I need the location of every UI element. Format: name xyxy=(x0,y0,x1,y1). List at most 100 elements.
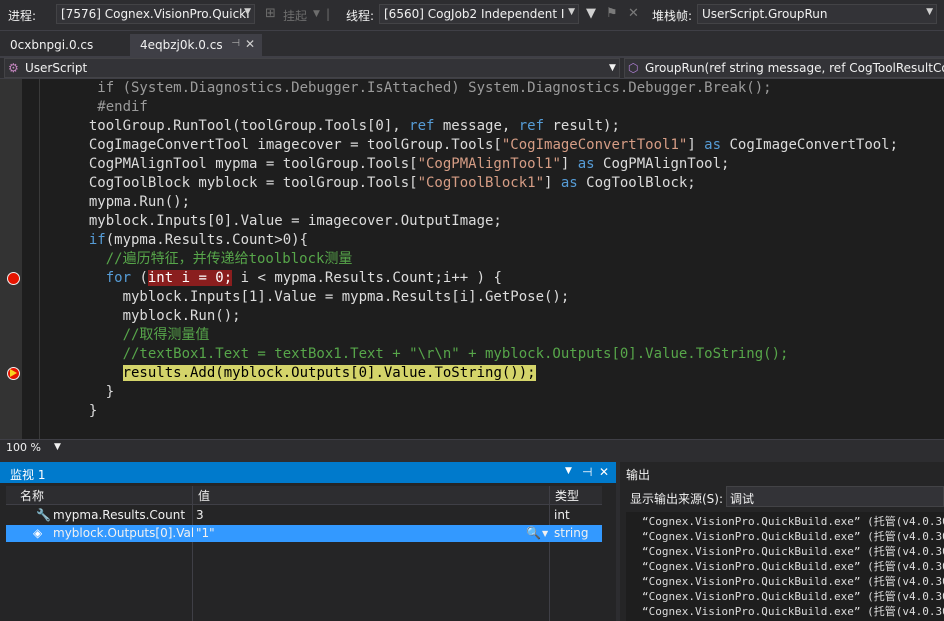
chevron-down-icon[interactable]: ▼ xyxy=(565,466,572,476)
output-text[interactable]: “Cognex.VisionPro.QuickBuild.exe” (托管(v4… xyxy=(626,512,944,621)
code-line[interactable]: if (System.Diagnostics.Debugger.IsAttach… xyxy=(72,79,772,98)
tab-label: 0cxbnpgi.0.cs xyxy=(10,38,94,52)
output-panel: 输出 显示输出来源(S): 调试 “Cognex.VisionPro.Quick… xyxy=(620,462,944,621)
code-token: "CogToolBlock1" xyxy=(417,175,545,191)
wrench-icon: 🔧 xyxy=(36,508,51,522)
code-token: results.Add( xyxy=(122,365,224,381)
close-icon[interactable]: ✕ xyxy=(245,37,255,51)
code-token: CogImageConvertTool; xyxy=(721,137,899,153)
breakpoint-icon[interactable] xyxy=(7,272,20,285)
method-dropdown[interactable]: ⬡ GroupRun(ref string message, ref CogTo… xyxy=(624,58,944,78)
chevron-down-icon[interactable]: ▼ xyxy=(542,529,548,538)
code-token: } xyxy=(72,403,98,419)
stackframe-label: 堆栈帧: xyxy=(652,9,693,23)
code-editor[interactable]: if (System.Diagnostics.Debugger.IsAttach… xyxy=(0,79,944,439)
watch-row[interactable]: 🔧 mypma.Results.Count 3 int xyxy=(6,507,602,524)
code-token: ref xyxy=(518,118,545,134)
code-token: if (System.Diagnostics.Debugger.IsAttach… xyxy=(72,80,772,96)
code-line[interactable]: myblock.Inputs[1].Value = mypma.Results[… xyxy=(72,288,570,307)
watch-name: mypma.Results.Count xyxy=(53,508,186,522)
code-line[interactable]: #endif xyxy=(72,98,148,117)
filter-icon[interactable]: ▼ xyxy=(586,6,596,21)
code-line[interactable]: myblock.Run(); xyxy=(72,307,241,326)
code-token: CogToolBlock myblock = toolGroup.Tools[ xyxy=(72,175,418,191)
suspend-label[interactable]: 挂起 xyxy=(283,7,307,24)
type-column-header[interactable]: 类型 xyxy=(555,487,579,504)
code-token: if xyxy=(88,232,106,248)
code-token: i < mypma.Results.Count;i++ ) { xyxy=(232,270,502,286)
code-line[interactable]: } xyxy=(72,383,114,402)
code-token: ] xyxy=(544,175,561,191)
tab-4eqbzj0k[interactable]: 4eqbzj0k.0.cs ⊣ ✕ xyxy=(130,34,262,56)
code-line[interactable]: //textBox1.Text = textBox1.Text + "\r\n"… xyxy=(72,345,789,364)
code-token: as xyxy=(560,175,578,191)
close-icon[interactable]: ✕ xyxy=(599,465,609,479)
code-line[interactable]: toolGroup.RunTool(toolGroup.Tools[0], re… xyxy=(72,117,620,136)
watch-type: string xyxy=(554,526,589,540)
watch-row[interactable]: ◈ myblock.Outputs[0].Value "1" 🔍 ▼ strin… xyxy=(6,525,602,542)
watch-panel: 监视 1 ▼ ⊣ ✕ 名称 值 类型 🔧 mypma.Results.Count… xyxy=(0,462,616,621)
thread-label: 线程: xyxy=(346,9,375,23)
method-name: GroupRun(ref string message, ref CogTool… xyxy=(645,61,944,75)
suspend-dropdown-icon[interactable]: ▼ xyxy=(313,9,320,19)
process-dropdown[interactable]: [7576] Cognex.VisionPro.QuickI ▼ xyxy=(56,4,255,24)
separator-icon: | xyxy=(326,7,331,21)
indicator-margin[interactable] xyxy=(0,79,22,439)
code-line[interactable]: for (int i = 0; i < mypma.Results.Count;… xyxy=(72,269,502,288)
navigation-bar: ⚙ UserScript ▼ ⬡ GroupRun(ref string mes… xyxy=(0,58,944,79)
code-token: } xyxy=(72,384,115,400)
class-dropdown[interactable]: ⚙ UserScript ▼ xyxy=(4,58,620,78)
code-line[interactable]: myblock.Inputs[0].Value = imagecover.Out… xyxy=(72,212,502,231)
clear-flags-icon[interactable]: ✕ xyxy=(628,6,639,21)
output-source-value: 调试 xyxy=(730,492,755,506)
code-line[interactable]: CogPMAlignTool mypma = toolGroup.Tools["… xyxy=(72,155,730,174)
class-icon: ⚙ xyxy=(8,61,19,75)
zoom-dropdown[interactable]: 100 % ▼ xyxy=(6,441,66,457)
code-line[interactable]: CogImageConvertTool imagecover = toolGro… xyxy=(72,136,898,155)
code-token: ref xyxy=(409,118,435,134)
flag-icon[interactable]: ⚑ xyxy=(606,6,618,21)
code-line[interactable]: CogToolBlock myblock = toolGroup.Tools["… xyxy=(72,174,696,193)
value-column-header[interactable]: 值 xyxy=(198,487,210,504)
code-token: mypma.Run(); xyxy=(72,194,191,210)
current-statement-arrow-icon xyxy=(10,369,17,377)
code-line[interactable]: //遍历特征，并传递给toolblock测量 xyxy=(72,250,353,269)
watch-value: 3 xyxy=(196,508,204,522)
code-token: message, xyxy=(434,118,519,134)
method-icon: ⬡ xyxy=(628,61,639,75)
code-line[interactable]: } xyxy=(72,402,97,421)
pin-icon[interactable]: ⊣ xyxy=(582,465,592,479)
magnifier-icon[interactable]: 🔍 xyxy=(526,526,541,540)
code-line[interactable]: if(mypma.Results.Count>0){ xyxy=(72,231,308,250)
code-token: ); xyxy=(518,365,536,381)
code-token: myblock.Run(); xyxy=(72,308,241,324)
tab-0cxbnpgi[interactable]: 0cxbnpgi.0.cs xyxy=(0,34,128,56)
watch-value: "1" xyxy=(196,526,215,540)
code-token: "CogPMAlignTool1" xyxy=(417,156,561,172)
indent-guide xyxy=(39,79,40,439)
stackframe-value: UserScript.GroupRun xyxy=(702,7,828,21)
code-token: //textBox1.Text = textBox1.Text + "\r\n"… xyxy=(72,346,789,362)
thread-dropdown[interactable]: [6560] CogJob2 Independent I ▼ xyxy=(379,4,579,24)
output-title: 输出 xyxy=(626,468,651,482)
suspend-icon[interactable]: ⊞ xyxy=(265,6,276,21)
current-statement-breakpoint-icon[interactable] xyxy=(7,367,20,380)
code-line[interactable]: //取得测量值 xyxy=(72,326,210,345)
stackframe-dropdown[interactable]: UserScript.GroupRun ▼ xyxy=(697,4,937,24)
zoom-bar: 100 % ▼ xyxy=(0,439,944,458)
watch-name: myblock.Outputs[0].Value xyxy=(53,526,193,540)
pin-icon[interactable]: ⊣ xyxy=(231,38,240,49)
name-column-header[interactable]: 名称 xyxy=(20,487,44,504)
code-token: //取得测量值 xyxy=(72,327,210,343)
output-source-dropdown[interactable]: 调试 xyxy=(726,486,944,507)
output-line: “Cognex.VisionPro.QuickBuild.exe” (托管(v4… xyxy=(642,605,944,618)
code-line[interactable]: results.Add(myblock.Outputs[0].Value.ToS… xyxy=(72,364,536,383)
code-token: for xyxy=(105,270,132,286)
code-token: //遍历特征，并传递给toolblock测量 xyxy=(72,251,353,267)
process-value: [7576] Cognex.VisionPro.QuickI xyxy=(61,7,250,21)
code-token: #endif xyxy=(72,99,148,115)
code-line[interactable]: mypma.Run(); xyxy=(72,193,190,212)
code-token: CogToolBlock; xyxy=(577,175,696,191)
